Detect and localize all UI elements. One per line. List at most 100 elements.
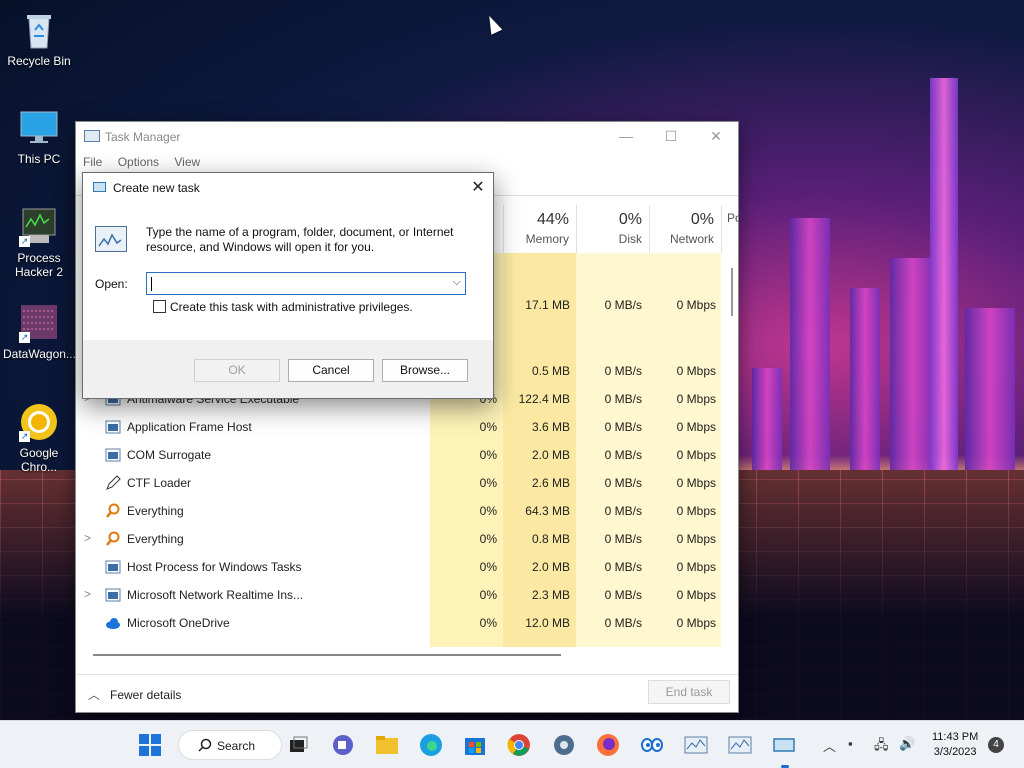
network-cell: 0 Mbps	[676, 364, 716, 378]
memory-cell: 2.0 MB	[531, 560, 570, 574]
memory-cell: 2.0 MB	[531, 448, 570, 462]
disk-cell: 0 MB/s	[604, 364, 642, 378]
vertical-scrollbar[interactable]	[731, 268, 733, 316]
task-view-icon[interactable]	[286, 733, 310, 757]
edge-icon[interactable]	[419, 733, 443, 757]
admin-checkbox[interactable]	[153, 300, 166, 313]
desktop-icon-label: DataWagon...	[3, 347, 76, 361]
windows-logo-icon	[139, 734, 161, 756]
dialog-title-bar[interactable]: Create new task ✕	[83, 173, 493, 203]
cancel-button[interactable]: Cancel	[288, 359, 374, 382]
desktop-icon-recycle-bin[interactable]: Recycle Bin	[3, 10, 75, 68]
network-label: Network	[669, 232, 714, 246]
file-explorer-icon[interactable]	[375, 733, 399, 757]
table-row[interactable]: CTF Loader 0% 2.6 MB 0 MB/s 0 Mbps	[76, 469, 720, 497]
process-name: Microsoft Network Realtime Ins...	[127, 588, 304, 602]
process-name: Everything	[127, 504, 184, 518]
process-name: CTF Loader	[127, 476, 192, 490]
chrome-icon[interactable]	[507, 733, 531, 757]
ok-button[interactable]: OK	[194, 359, 280, 382]
process-name: Microsoft OneDrive	[127, 616, 230, 630]
menu-file[interactable]: File	[83, 152, 102, 172]
open-combobox[interactable]: ⌵	[146, 272, 466, 295]
taskbar: Search ︿ ▪ 🖧 🔊 11:43 PM 3/3/2023 4	[0, 720, 1024, 768]
teams-chat-icon[interactable]	[331, 733, 355, 757]
table-row[interactable]: Microsoft OneDrive 0% 12.0 MB 0 MB/s 0 Mbps	[76, 609, 720, 637]
column-memory[interactable]: 44% Memory	[503, 205, 576, 253]
table-row[interactable]: > Everything 0% 0.8 MB 0 MB/s 0 Mbps	[76, 525, 720, 553]
network-cell: 0 Mbps	[676, 532, 716, 546]
menu-options[interactable]: Options	[118, 152, 159, 172]
chevron-down-icon[interactable]: ⌵	[453, 276, 461, 289]
clock-date: 3/3/2023	[933, 746, 977, 758]
admin-checkbox-label[interactable]: Create this task with administrative pri…	[170, 300, 413, 314]
cpu-cell: 0%	[479, 532, 497, 546]
notification-badge[interactable]: 4	[988, 737, 1004, 753]
table-row[interactable]: > Microsoft Network Realtime Ins... 0% 2.3 …	[76, 581, 720, 609]
dialog-button-area: OK Cancel Browse...	[83, 340, 493, 398]
expand-chevron-icon[interactable]: >	[84, 531, 91, 545]
magnifier-orange-icon	[105, 503, 121, 519]
search-label: Search	[217, 739, 256, 753]
dialog-title: Create new task	[113, 181, 200, 195]
memory-cell: 2.6 MB	[531, 476, 570, 490]
process-hacker-taskbar-icon[interactable]	[684, 733, 708, 757]
minimize-button[interactable]: —	[603, 122, 649, 152]
desktop-icon-process-hacker[interactable]: ↗ Process Hacker 2	[3, 207, 75, 279]
text-caret	[151, 277, 152, 291]
eyes-app-icon[interactable]	[640, 733, 664, 757]
close-button[interactable]: ✕	[693, 122, 739, 152]
horizontal-scrollbar[interactable]	[93, 654, 561, 656]
fewer-details-button[interactable]: Fewer details	[110, 688, 181, 702]
title-bar[interactable]: Task Manager — ☐ ✕	[76, 122, 738, 152]
maximize-button[interactable]: ☐	[648, 122, 694, 152]
desktop-icon-this-pc[interactable]: This PC	[3, 108, 75, 166]
table-row[interactable]: Host Process for Windows Tasks 0% 2.0 MB 0 …	[76, 553, 720, 581]
disk-cell: 0 MB/s	[604, 476, 642, 490]
firefox-icon[interactable]	[596, 733, 620, 757]
column-power[interactable]: Po	[721, 205, 739, 253]
recycle-bin-icon	[19, 10, 59, 50]
dialog-close-button[interactable]: ✕	[463, 175, 493, 201]
clock[interactable]: 11:43 PM 3/3/2023	[932, 730, 978, 760]
network-cell: 0 Mbps	[676, 504, 716, 518]
desktop-icon-google-chrome[interactable]: ↗ Google Chro...	[3, 402, 75, 474]
disk-label: Disk	[618, 232, 642, 246]
settings-gear-icon[interactable]	[552, 733, 576, 757]
desktop-icon-datawagon[interactable]: ↗ DataWagon...	[3, 303, 76, 361]
end-task-button[interactable]: End task	[648, 680, 730, 704]
network-icon[interactable]: 🖧	[874, 736, 889, 758]
network-cell: 0 Mbps	[676, 616, 716, 630]
table-row[interactable]: COM Surrogate 0% 2.0 MB 0 MB/s 0 Mbps	[76, 441, 720, 469]
network-cell: 0 Mbps	[676, 588, 716, 602]
table-row[interactable]: Application Frame Host 0% 3.6 MB 0 MB/s 0 Mb…	[76, 413, 720, 441]
process-name: Everything	[127, 532, 184, 546]
memory-cell: 0.8 MB	[531, 532, 570, 546]
expand-chevron-icon[interactable]: >	[84, 587, 91, 601]
network-cell: 0 Mbps	[676, 420, 716, 434]
cpu-cell: 0%	[479, 420, 497, 434]
table-row[interactable]: Everything 0% 64.3 MB 0 MB/s 0 Mbps	[76, 497, 720, 525]
chevron-up-icon[interactable]: ︿	[823, 736, 836, 755]
column-network[interactable]: 0% Network	[649, 205, 721, 253]
task-manager-taskbar-icon[interactable]	[728, 733, 752, 757]
app-window-icon	[105, 587, 121, 603]
process-hacker-icon: ↗	[19, 207, 59, 247]
store-icon[interactable]	[463, 733, 487, 757]
disk-cell: 0 MB/s	[604, 448, 642, 462]
clock-time: 11:43 PM	[932, 731, 979, 743]
shortcut-arrow-icon: ↗	[19, 236, 30, 247]
run-taskbar-icon[interactable]	[772, 733, 796, 757]
onedrive-cloud-icon	[105, 615, 121, 631]
volume-icon[interactable]: 🔊	[899, 736, 915, 752]
browse-button[interactable]: Browse...	[382, 359, 468, 382]
menu-view[interactable]: View	[174, 152, 200, 172]
footer: ︿ Fewer details End task	[76, 674, 738, 714]
start-button[interactable]	[138, 733, 162, 757]
taskbar-search[interactable]: Search	[178, 730, 282, 760]
column-disk[interactable]: 0% Disk	[576, 205, 649, 253]
memory-cell: 17.1 MB	[525, 298, 570, 312]
tray-app-icon[interactable]: ▪	[848, 736, 853, 751]
power-label: Po	[727, 211, 739, 225]
desktop-icon-label: This PC	[17, 152, 61, 166]
